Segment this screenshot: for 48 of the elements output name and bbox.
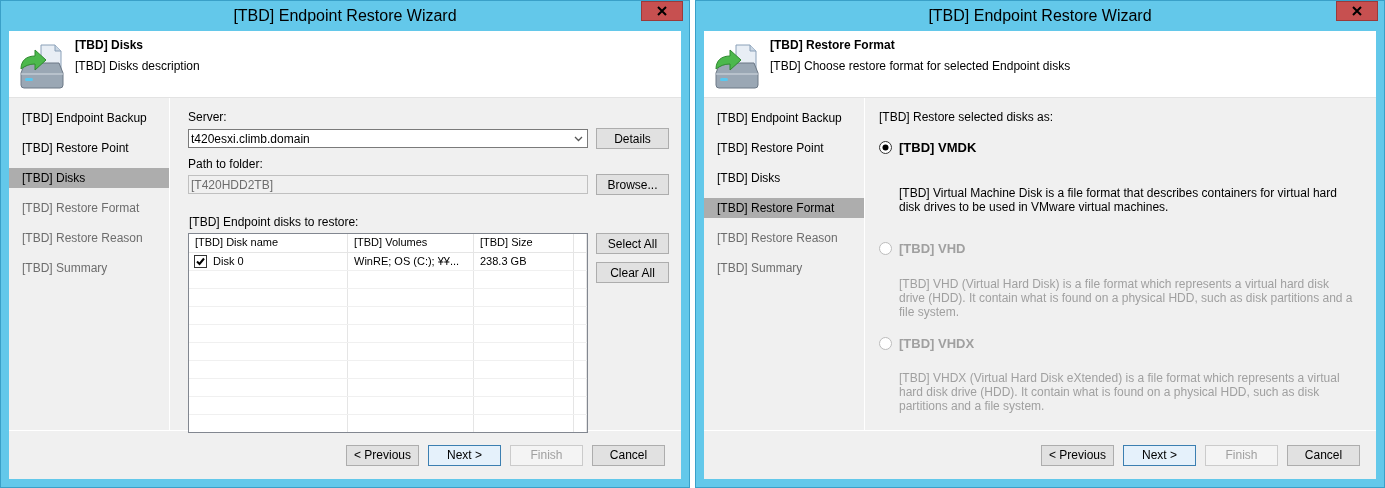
window-title: [TBD] Endpoint Restore Wizard [928, 7, 1152, 25]
close-icon [1352, 6, 1362, 16]
close-button[interactable] [641, 1, 683, 21]
close-icon [657, 6, 667, 16]
page-description: [TBD] Disks description [75, 59, 200, 73]
wizard-step[interactable]: [TBD] Restore Format [704, 198, 864, 218]
option-title: [TBD] VMDK [899, 140, 978, 157]
option-description: [TBD] VHDX (Virtual Hard Disk eXtended) is a file format which represents a virtual hard disk drive (HDD). It contain what is found on a physical HDD, such as disk partitions and a file system. [899, 371, 1341, 416]
wizard-step[interactable]: [TBD] Disks [9, 168, 169, 188]
details-button[interactable]: Details [596, 128, 669, 149]
option-description: [TBD] VHD (Virtual Hard Disk) is a file format which represents a virtual hard disk drive (HDD). It contain what is found on a physical HDD, such as disk partitions and a file system. [899, 277, 1354, 322]
wizard-step[interactable]: [TBD] Disks [704, 168, 864, 188]
path-label: Path to folder: [188, 157, 264, 171]
select-all-button[interactable]: Select All [596, 233, 669, 254]
option-title: [TBD] VHD [899, 241, 967, 259]
window-title: [TBD] Endpoint Restore Wizard [233, 7, 457, 25]
page-title: [TBD] Restore Format [770, 38, 896, 52]
server-dropdown[interactable]: t420esxi.climb.domain [188, 129, 588, 148]
wizard-step[interactable]: [TBD] Endpoint Backup [9, 108, 169, 128]
prompt-text: [TBD] Restore selected disks as: [879, 110, 1055, 124]
table-cell: 238.3 GB [474, 253, 574, 270]
wizard-button[interactable]: Next > [428, 444, 501, 466]
checkbox[interactable] [194, 255, 207, 268]
option-description: [TBD] Virtual Machine Disk is a file format that describes containers for virtual hard disk drives to be used in VMware virtual machines. [899, 186, 1338, 217]
wizard-button[interactable]: Cancel [1287, 444, 1360, 466]
wizard-step[interactable]: [TBD] Endpoint Backup [704, 108, 864, 128]
option-title: [TBD] VHDX [899, 335, 976, 353]
path-field[interactable]: [T420HDD2TB] [188, 175, 588, 194]
server-label: Server: [188, 110, 228, 124]
column-header[interactable]: [TBD] Disk name [189, 234, 348, 252]
wizard-step[interactable]: [TBD] Restore Point [704, 138, 864, 158]
table-cell-text: Disk 0 [213, 254, 244, 269]
disks-label: [TBD] Endpoint disks to restore: [189, 215, 360, 229]
wizard-button[interactable]: < Previous [346, 444, 419, 466]
table-cell: WinRE; OS (C:); ¥¥... [348, 253, 474, 270]
page-title: [TBD] Disks [75, 38, 144, 52]
column-header[interactable]: [TBD] Size [474, 234, 574, 252]
clear-all-button[interactable]: Clear All [596, 262, 669, 283]
wizard-button[interactable]: Cancel [592, 444, 665, 466]
browse-button[interactable]: Browse... [596, 174, 669, 195]
radio-button[interactable] [879, 141, 892, 154]
page-description: [TBD] Choose restore format for selected Endpoint disks [770, 59, 1071, 73]
column-header[interactable]: [TBD] Volumes [348, 234, 474, 252]
chevron-down-icon [574, 135, 583, 142]
wizard-button[interactable]: < Previous [1041, 444, 1114, 466]
wizard-button[interactable]: Next > [1123, 444, 1196, 466]
close-button[interactable] [1336, 1, 1378, 21]
wizard-step[interactable]: [TBD] Restore Point [9, 138, 169, 158]
